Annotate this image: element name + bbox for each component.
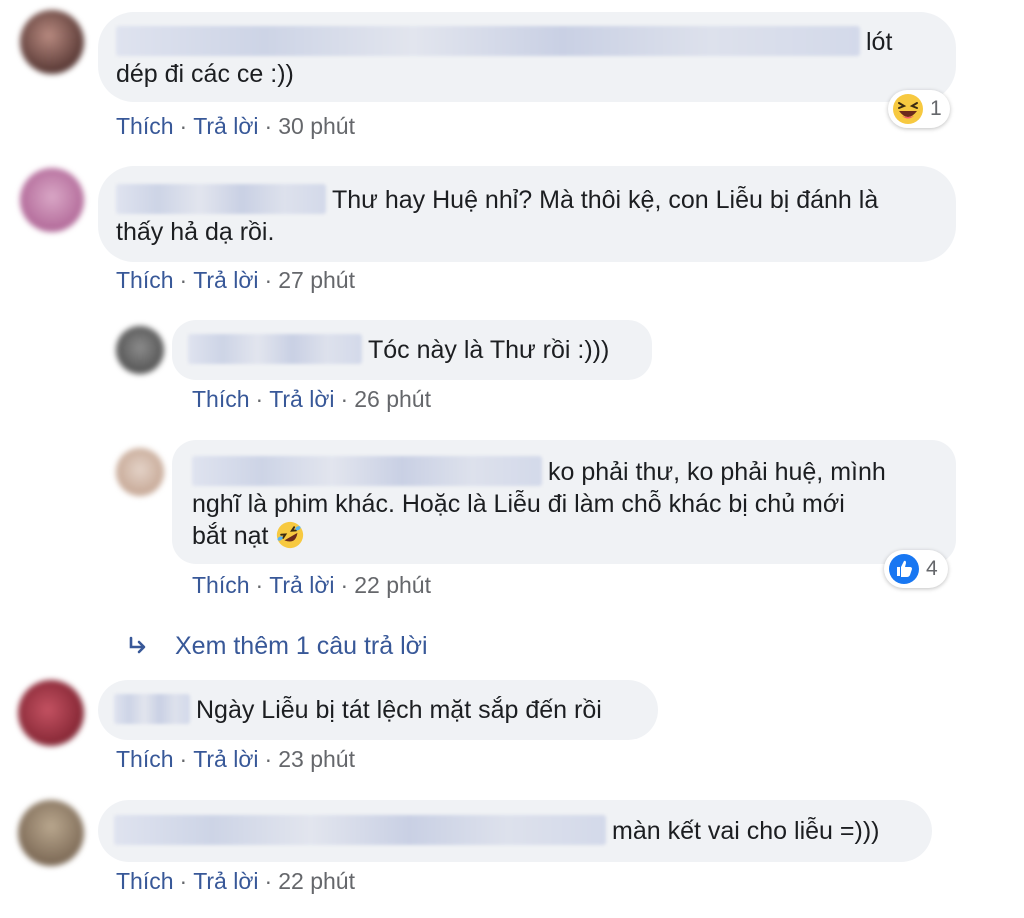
comment-text: màn kết vai cho liễu =)))	[612, 817, 880, 845]
comment-bubble: màn kết vai cho liễu =)))	[98, 800, 932, 862]
reply-link[interactable]: Trả lời	[193, 746, 258, 772]
comment-time[interactable]: 22 phút	[278, 868, 355, 894]
commenter-name[interactable]	[116, 184, 326, 214]
comment-actions: Thích · Trả lời · 26 phút	[192, 385, 431, 413]
comment-bubble: Thư hay Huệ nhỉ? Mà thôi kệ, con Liễu bị…	[98, 166, 956, 262]
comment-actions: Thích · Trả lời · 23 phút	[116, 745, 355, 773]
view-more-replies-link[interactable]: Xem thêm 1 câu trả lời	[175, 632, 428, 661]
comment-line: Thư hay Huệ nhỉ? Mà thôi kệ, con Liễu bị…	[116, 184, 940, 216]
separator: ·	[179, 746, 188, 772]
like-link[interactable]: Thích	[116, 267, 174, 293]
reply-link[interactable]: Trả lời	[269, 386, 334, 412]
comment-line: bắt nạt	[192, 520, 942, 552]
comment-time[interactable]: 27 phút	[278, 267, 355, 293]
avatar[interactable]	[116, 448, 164, 496]
comment-time[interactable]: 22 phút	[354, 572, 431, 598]
comment-time[interactable]: 30 phút	[278, 113, 355, 139]
comment-actions: Thích · Trả lời · 27 phút	[116, 266, 355, 294]
separator: ·	[264, 868, 273, 894]
commenter-name[interactable]	[114, 694, 190, 724]
avatar[interactable]	[20, 168, 84, 232]
separator: ·	[264, 746, 273, 772]
commenter-name[interactable]	[192, 456, 542, 486]
commenter-name[interactable]	[114, 815, 606, 845]
separator: ·	[255, 572, 264, 598]
avatar[interactable]	[18, 800, 84, 866]
separator: ·	[340, 386, 349, 412]
separator: ·	[179, 113, 188, 139]
separator: ·	[340, 572, 349, 598]
comment-text: ko phải thư, ko phải huệ, mình	[548, 458, 886, 486]
reply-link[interactable]: Trả lời	[193, 267, 258, 293]
comment-line: lót	[116, 26, 940, 58]
rolling-laughing-emoji-icon	[277, 521, 304, 549]
comment-bubble: Ngày Liễu bị tát lệch mặt sắp đến rồi	[98, 680, 658, 740]
separator: ·	[264, 113, 273, 139]
comment-line: dép đi các ce :))	[116, 60, 294, 88]
comment-text: Tóc này là Thư rồi :)))	[368, 336, 610, 364]
reaction-count: 4	[926, 557, 938, 580]
comment-time[interactable]: 23 phút	[278, 746, 355, 772]
laugh-squint-emoji-icon	[893, 94, 923, 124]
avatar[interactable]	[18, 680, 84, 746]
separator: ·	[179, 868, 188, 894]
reply-link[interactable]: Trả lời	[269, 572, 334, 598]
comment-actions: Thích · Trả lời · 22 phút	[116, 867, 355, 895]
comment-text: Ngày Liễu bị tát lệch mặt sắp đến rồi	[196, 696, 602, 724]
reply-link[interactable]: Trả lời	[193, 868, 258, 894]
avatar[interactable]	[116, 326, 164, 374]
like-link[interactable]: Thích	[192, 386, 250, 412]
like-link[interactable]: Thích	[192, 572, 250, 598]
comment-bubble: lót dép đi các ce :))	[98, 12, 956, 102]
reaction-count: 1	[930, 97, 942, 120]
reply-link[interactable]: Trả lời	[193, 113, 258, 139]
reply-arrow-icon	[129, 636, 146, 654]
comment-actions: Thích · Trả lời · 30 phút	[116, 112, 355, 140]
comment-line: Ngày Liễu bị tát lệch mặt sắp đến rồi	[114, 694, 642, 726]
like-link[interactable]: Thích	[116, 113, 174, 139]
commenter-name[interactable]	[188, 334, 362, 364]
like-link[interactable]: Thích	[116, 746, 174, 772]
comment-line: thấy hả dạ rồi.	[116, 218, 275, 246]
comment-line: nghĩ là phim khác. Hoặc là Liễu đi làm c…	[192, 490, 845, 518]
separator: ·	[179, 267, 188, 293]
separator: ·	[264, 267, 273, 293]
reply-bubble: Tóc này là Thư rồi :)))	[172, 320, 652, 380]
comment-actions: Thích · Trả lời · 22 phút	[192, 571, 431, 599]
like-thumb-icon	[889, 554, 919, 584]
reaction-badge[interactable]: 1	[888, 90, 950, 128]
reply-bubble: ko phải thư, ko phải huệ, mình nghĩ là p…	[172, 440, 956, 564]
commenter-name[interactable]	[116, 26, 860, 56]
comment-line: màn kết vai cho liễu =)))	[114, 815, 916, 847]
comment-line: ko phải thư, ko phải huệ, mình	[192, 456, 942, 488]
separator: ·	[255, 386, 264, 412]
comment-text: lót	[866, 28, 893, 56]
comment-text: bắt nạt	[192, 522, 269, 550]
comment-time[interactable]: 26 phút	[354, 386, 431, 412]
reaction-badge[interactable]: 4	[884, 550, 948, 588]
avatar[interactable]	[20, 10, 84, 74]
comment-text: Thư hay Huệ nhỉ? Mà thôi kệ, con Liễu bị…	[332, 186, 879, 214]
comment-line: Tóc này là Thư rồi :)))	[188, 334, 638, 366]
like-link[interactable]: Thích	[116, 868, 174, 894]
